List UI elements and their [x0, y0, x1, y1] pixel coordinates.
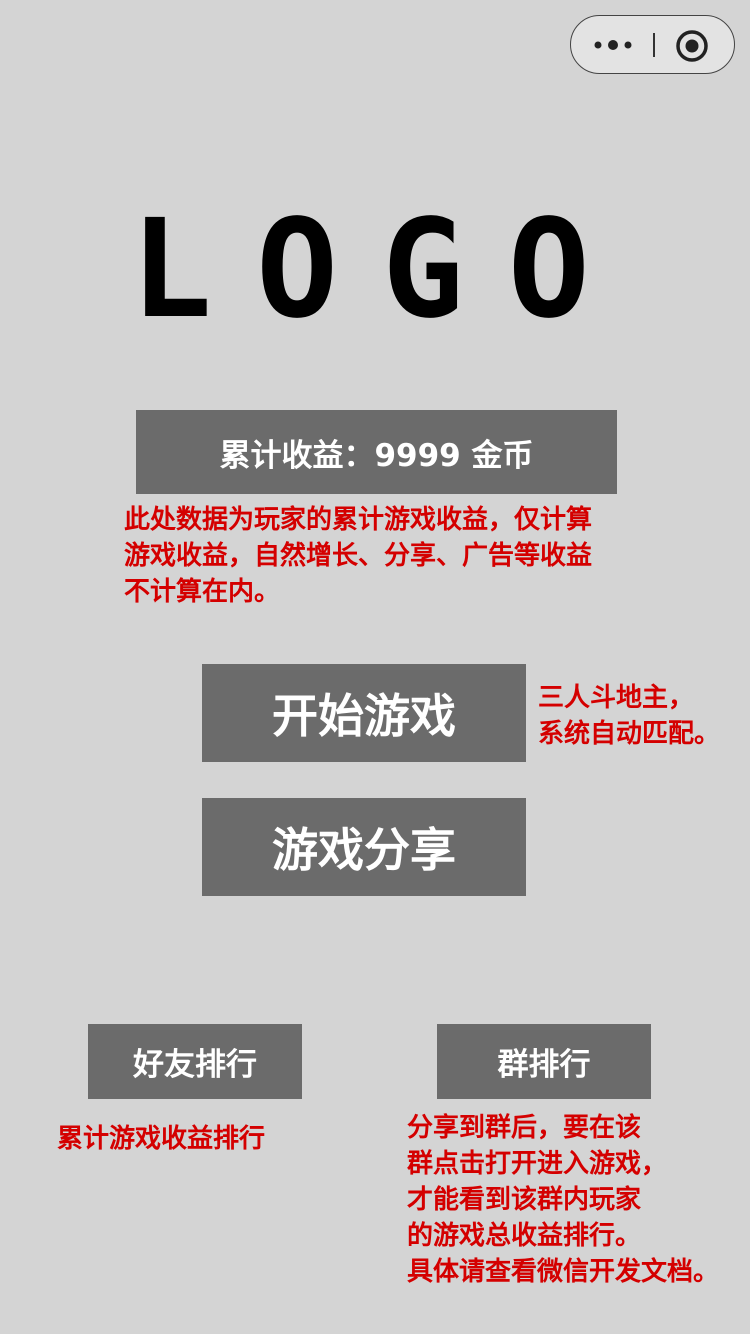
logo: LOGO [0, 200, 750, 340]
logo-letter: O [256, 191, 368, 349]
capsule-divider [653, 33, 655, 57]
note-line: 才能看到该群内玩家 [407, 1185, 642, 1215]
earnings-box: 累计收益：9999 金币 [136, 410, 617, 494]
logo-letter: G [382, 191, 494, 349]
note-line: 具体请查看微信开发文档。 [407, 1257, 720, 1287]
more-dots-icon[interactable] [593, 36, 633, 54]
note-line: 此处数据为玩家的累计游戏收益，仅计算 [124, 505, 593, 535]
group-rank-note: 分享到群后，要在该 群点击打开进入游戏， 才能看到该群内玩家 的游戏总收益排行。… [407, 1110, 719, 1290]
logo-letter: L [130, 191, 243, 349]
note-line: 系统自动匹配。 [538, 719, 721, 749]
note-line: 不计算在内。 [124, 577, 281, 607]
logo-letter: O [507, 191, 620, 349]
note-line: 群点击打开进入游戏， [407, 1149, 668, 1179]
mini-program-capsule [570, 15, 735, 74]
start-game-note: 三人斗地主， 系统自动匹配。 [538, 680, 720, 752]
note-line: 三人斗地主， [538, 683, 695, 713]
note-line: 累计游戏收益排行 [57, 1124, 266, 1154]
start-game-button[interactable]: 开始游戏 [202, 664, 526, 762]
earnings-note: 此处数据为玩家的累计游戏收益，仅计算 游戏收益，自然增长、分享、广告等收益 不计… [124, 502, 592, 610]
friends-rank-note: 累计游戏收益排行 [57, 1121, 265, 1157]
note-line: 的游戏总收益排行。 [407, 1221, 642, 1251]
note-line: 游戏收益，自然增长、分享、广告等收益 [124, 541, 593, 571]
share-game-button[interactable]: 游戏分享 [202, 798, 526, 896]
group-rank-button[interactable]: 群排行 [437, 1024, 651, 1099]
target-circle-icon[interactable] [675, 29, 709, 63]
friends-rank-button[interactable]: 好友排行 [88, 1024, 302, 1099]
note-line: 分享到群后，要在该 [407, 1113, 642, 1143]
